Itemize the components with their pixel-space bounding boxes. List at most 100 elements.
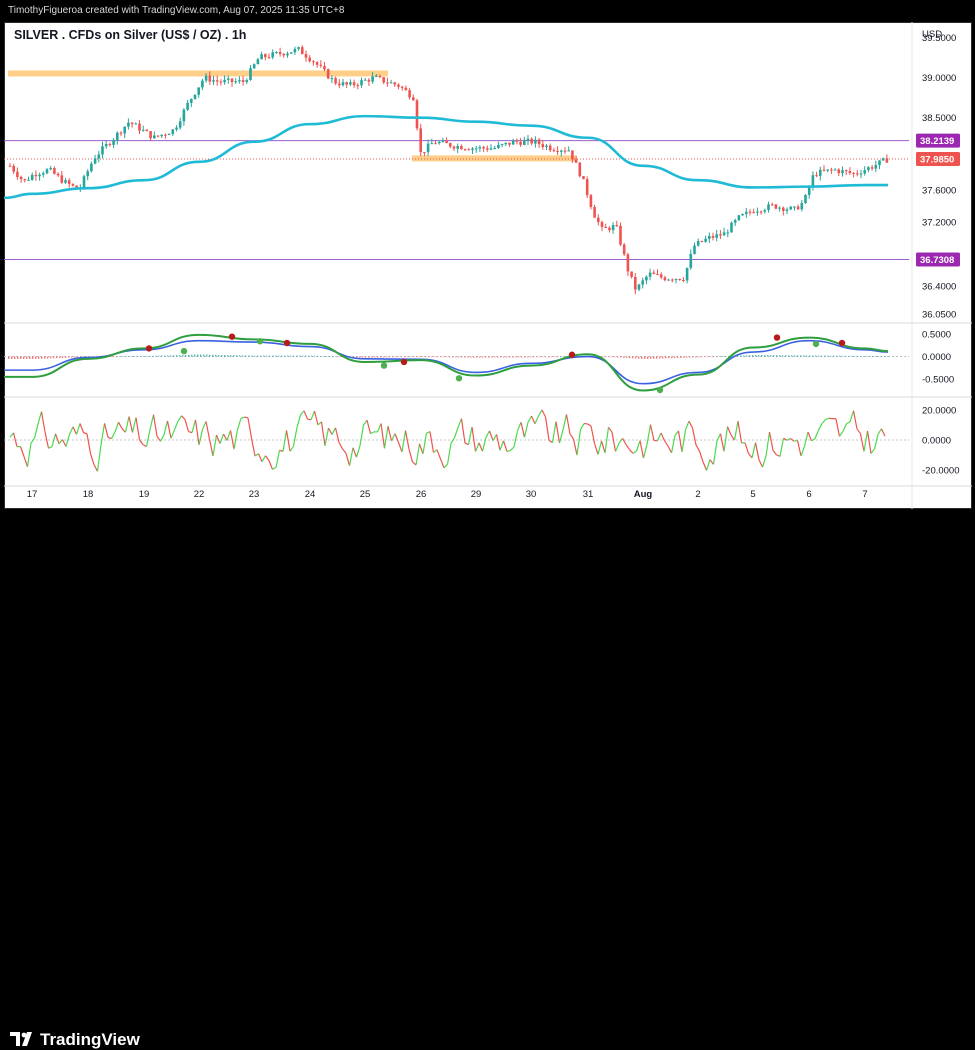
candle-body	[464, 149, 467, 150]
macd-histogram-bar	[542, 357, 543, 358]
oscillator-segment	[525, 422, 529, 437]
macd-histogram-bar	[356, 357, 357, 358]
macd-histogram-bar	[827, 356, 828, 357]
oscillator-segment	[66, 434, 70, 446]
oscillator-segment	[836, 419, 840, 437]
candle-body	[312, 61, 315, 62]
time-tick-label: 24	[305, 489, 316, 500]
macd-histogram-bar	[398, 357, 399, 358]
macd-histogram-bar	[122, 356, 123, 357]
oscillator-segment	[430, 432, 434, 453]
oscillator-segment	[588, 424, 592, 426]
macd-histogram-bar	[329, 356, 330, 357]
macd-histogram-bar	[152, 356, 153, 357]
oscillator-segment	[728, 427, 732, 435]
oscillator-segment	[514, 431, 518, 447]
macd-histogram-bar	[851, 356, 852, 357]
oscillator-segment	[745, 443, 749, 454]
candle-body	[342, 82, 345, 85]
candle-body	[209, 76, 212, 82]
oscillator-segment	[49, 447, 53, 449]
candle-body	[27, 180, 30, 181]
oscillator-segment	[136, 418, 140, 440]
candle-body	[286, 54, 289, 56]
oscillator-segment	[350, 448, 354, 466]
candle-body	[234, 81, 237, 82]
credit-text: TimothyFigueroa created with TradingView…	[8, 5, 344, 16]
macd-histogram-bar	[512, 357, 513, 358]
candle-body	[671, 280, 674, 281]
oscillator-segment	[570, 434, 574, 439]
time-tick-label: 2	[695, 489, 700, 500]
oscillator-segment	[185, 419, 189, 431]
candle-body	[431, 143, 434, 144]
oscillator-segment	[248, 418, 252, 438]
candle-body	[786, 209, 789, 211]
macd-cross-dot	[569, 352, 575, 358]
oscillator-segment	[175, 421, 179, 430]
oscillator-tick-label: 0.0000	[922, 436, 951, 447]
macd-histogram-bar	[212, 355, 213, 357]
macd-histogram-bar	[701, 357, 702, 358]
macd-histogram-bar	[176, 355, 177, 356]
time-tick-label: 25	[360, 489, 371, 500]
macd-histogram-bar	[29, 357, 30, 359]
oscillator-segment	[535, 416, 539, 424]
macd-histogram-bar	[272, 356, 273, 357]
candle-body	[423, 152, 426, 153]
candle-body	[527, 139, 530, 141]
candle-body	[701, 241, 704, 242]
macd-tick-label: 0.5000	[922, 329, 951, 340]
candle-body	[582, 176, 585, 179]
oscillator-segment	[210, 439, 214, 456]
macd-histogram-bar	[560, 357, 561, 358]
oscillator-segment	[458, 419, 462, 428]
oscillator-segment	[269, 461, 273, 470]
candle-body	[35, 175, 38, 176]
oscillator-segment	[822, 419, 826, 423]
macd-histogram-bar	[482, 357, 483, 358]
oscillator-segment	[101, 423, 105, 445]
candle-body	[638, 285, 641, 290]
oscillator-segment	[409, 449, 413, 462]
oscillator-segment	[500, 441, 504, 450]
macd-histogram-bar	[605, 357, 606, 358]
macd-histogram-bar	[308, 356, 309, 357]
oscillator-segment	[700, 451, 704, 462]
candle-body	[149, 131, 152, 138]
oscillator-segment	[24, 456, 28, 466]
candle-body	[627, 254, 630, 271]
chart-canvas[interactable]: USD39.500039.000038.500037.600037.200036…	[4, 22, 972, 509]
macd-histogram-bar	[17, 357, 18, 359]
oscillator-segment	[262, 456, 266, 462]
macd-histogram-bar	[551, 357, 552, 358]
candle-body	[394, 82, 397, 84]
macd-histogram-bar	[38, 357, 39, 359]
macd-histogram-bar	[407, 357, 408, 358]
candle-body	[675, 279, 678, 280]
macd-histogram-bar	[437, 357, 438, 358]
oscillator-segment	[780, 438, 784, 456]
macd-pane	[4, 333, 909, 393]
macd-histogram-bar	[170, 355, 171, 356]
oscillator-segment	[304, 411, 308, 419]
candle-body	[386, 82, 389, 83]
candle-body	[127, 123, 130, 127]
oscillator-segment	[602, 441, 606, 453]
oscillator-segment	[94, 465, 98, 472]
macd-histogram-bar	[50, 357, 51, 359]
oscillator-segment	[283, 430, 287, 451]
candle-body	[142, 130, 145, 131]
candle-body	[349, 82, 352, 84]
time-tick-label: 22	[194, 489, 205, 500]
candle-body	[334, 78, 337, 83]
macd-histogram-bar	[44, 357, 45, 359]
candle-body	[135, 124, 138, 125]
macd-histogram-bar	[818, 356, 819, 357]
oscillator-segment	[759, 460, 763, 467]
candle-body	[819, 170, 822, 176]
oscillator-segment	[343, 449, 347, 453]
oscillator-segment	[490, 431, 494, 441]
oscillator-segment	[199, 429, 203, 444]
price-tick-label: 39.5000	[922, 33, 956, 44]
